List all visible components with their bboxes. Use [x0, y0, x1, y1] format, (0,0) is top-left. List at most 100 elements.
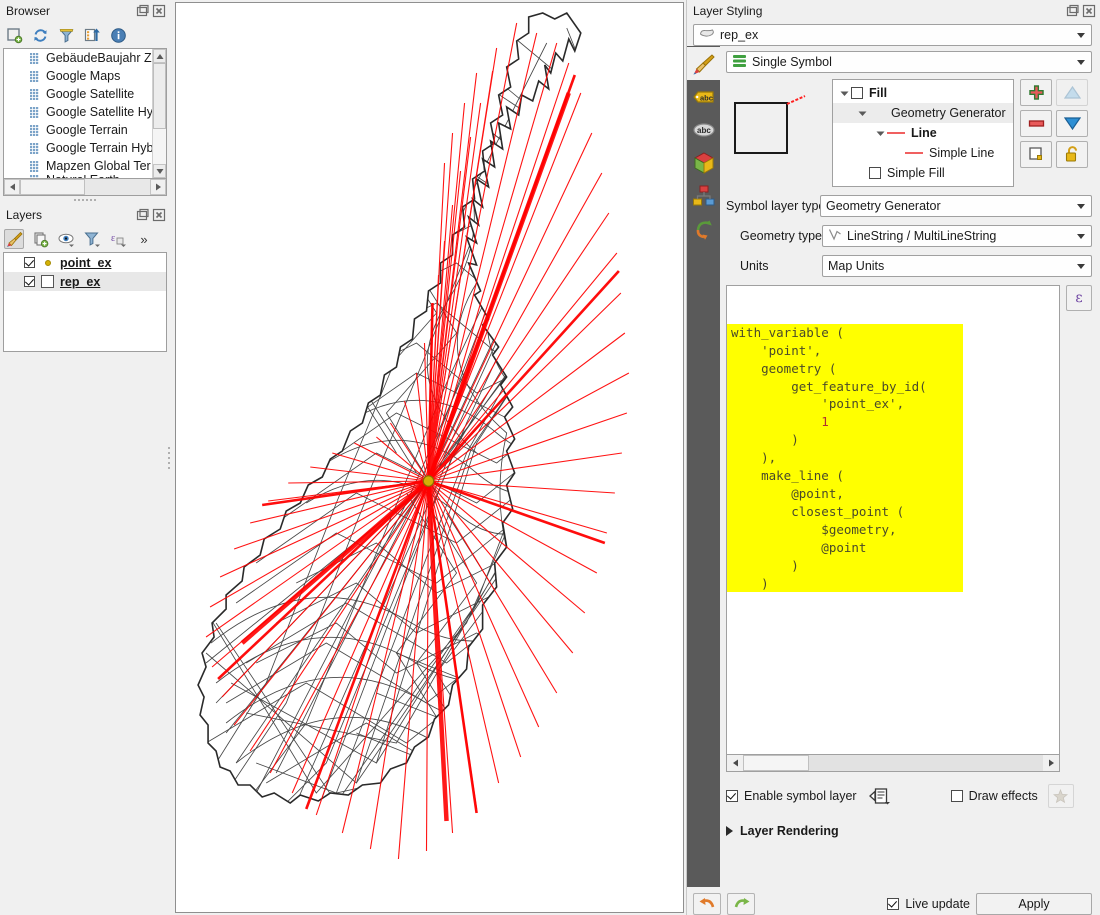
chevron-down-icon[interactable]	[1073, 32, 1089, 38]
scrollbar-track[interactable]	[743, 755, 1043, 771]
scrollbar-thumb[interactable]	[743, 755, 809, 771]
layer-rendering-section[interactable]: Layer Rendering	[726, 824, 1092, 838]
browser-item[interactable]: Mapzen Global Ter	[4, 157, 166, 175]
layer-selector-combo[interactable]: rep_ex	[693, 24, 1092, 46]
browser-horizontal-scrollbar[interactable]	[3, 179, 167, 196]
scroll-up-arrow-icon[interactable]	[153, 49, 166, 63]
scroll-down-arrow-icon[interactable]	[153, 164, 166, 178]
browser-tree[interactable]: GebäudeBaujahr Z Google Maps Google Sate…	[3, 48, 167, 179]
expand-arrow-icon[interactable]	[855, 110, 869, 117]
layer-visibility-checkbox[interactable]	[24, 276, 35, 287]
browser-item[interactable]: GebäudeBaujahr Z	[4, 49, 166, 67]
collapse-all-icon[interactable]	[82, 25, 102, 45]
browser-close-button[interactable]	[152, 4, 166, 18]
geometry-type-combo[interactable]: LineString / MultiLineString	[822, 225, 1092, 247]
apply-button[interactable]: Apply	[976, 893, 1092, 915]
3d-view-icon[interactable]	[687, 146, 720, 179]
enable-symbol-layer-option[interactable]: Enable symbol layer	[726, 789, 857, 803]
symbology-icon[interactable]	[687, 47, 720, 80]
expand-arrow-icon[interactable]	[837, 90, 851, 97]
chevron-down-icon[interactable]	[1073, 203, 1089, 209]
browser-item[interactable]: Google Satellite Hy	[4, 103, 166, 121]
add-group-icon[interactable]	[30, 229, 50, 249]
layer-visibility-checkbox[interactable]	[24, 257, 35, 268]
live-update-option[interactable]: Live update	[887, 897, 970, 911]
styling-close-button[interactable]	[1082, 4, 1096, 18]
browser-float-button[interactable]	[136, 4, 150, 18]
symbol-layer-checkbox[interactable]	[851, 87, 863, 99]
expression-text[interactable]: with_variable ( 'point', geometry ( get_…	[727, 286, 1059, 628]
panel-splitter-handle[interactable]	[0, 196, 170, 204]
effects-settings-button[interactable]	[1047, 784, 1074, 808]
draw-effects-option[interactable]: Draw effects	[950, 789, 1038, 803]
symbol-tree-item-line[interactable]: Line	[833, 123, 1013, 143]
layers-close-button[interactable]	[152, 208, 166, 222]
lock-colors-button[interactable]	[1056, 141, 1088, 168]
redo-button[interactable]	[727, 893, 755, 915]
enable-symbol-layer-checkbox[interactable]	[726, 790, 738, 802]
expression-editor[interactable]: with_variable ( 'point', geometry ( get_…	[726, 285, 1060, 755]
duplicate-symbol-layer-button[interactable]	[1020, 141, 1052, 168]
scrollbar-thumb[interactable]	[153, 63, 166, 129]
layer-item-point-ex[interactable]: point_ex	[4, 253, 166, 272]
filter-legend-icon[interactable]	[82, 229, 102, 249]
add-symbol-layer-button[interactable]	[1020, 79, 1052, 106]
live-update-checkbox[interactable]	[887, 898, 900, 910]
chevron-down-icon[interactable]	[1073, 233, 1089, 239]
refresh-icon[interactable]	[30, 25, 50, 45]
layer-name-label: point_ex	[60, 255, 112, 270]
scroll-left-arrow-icon[interactable]	[4, 179, 20, 195]
scrollbar-track[interactable]	[20, 179, 150, 195]
manage-visibility-icon[interactable]	[56, 229, 76, 249]
grid-icon	[30, 160, 41, 172]
move-up-button[interactable]	[1056, 79, 1088, 106]
masks-icon[interactable]: abc	[687, 113, 720, 146]
scrollbar-thumb[interactable]	[20, 179, 85, 195]
move-down-button[interactable]	[1056, 110, 1088, 137]
expand-triangle-icon[interactable]	[726, 826, 733, 836]
symbol-tree-item-simple-fill[interactable]: Simple Fill	[833, 163, 1013, 183]
browser-item[interactable]: Google Terrain	[4, 121, 166, 139]
map-splitter-handle[interactable]	[166, 438, 171, 478]
browser-item[interactable]: Google Maps	[4, 67, 166, 85]
add-layer-icon[interactable]	[4, 25, 24, 45]
more-options-icon[interactable]: »	[134, 229, 154, 249]
labels-icon[interactable]: abc	[687, 80, 720, 113]
history-icon[interactable]	[687, 212, 720, 245]
open-layer-styling-icon[interactable]	[4, 229, 24, 249]
filter-browser-icon[interactable]	[56, 25, 76, 45]
renderer-type-combo[interactable]: Single Symbol	[726, 51, 1092, 73]
browser-item-label: Google Satellite Hy	[46, 105, 154, 119]
symbol-tree-item-fill[interactable]: Fill	[833, 83, 1013, 103]
expand-arrow-icon[interactable]	[873, 130, 887, 137]
map-canvas[interactable]	[175, 2, 684, 913]
expression-builder-button[interactable]: ε	[1066, 285, 1092, 311]
browser-item[interactable]: Google Terrain Hyb	[4, 139, 166, 157]
symbol-tree-item-geometry-generator[interactable]: Geometry Generator	[833, 103, 1013, 123]
draw-effects-checkbox[interactable]	[950, 790, 963, 802]
expression-filter-icon[interactable]: ε	[108, 229, 128, 249]
scroll-right-arrow-icon[interactable]	[1043, 755, 1059, 771]
chevron-down-icon[interactable]	[1073, 59, 1089, 65]
units-combo[interactable]: Map Units	[822, 255, 1092, 277]
chevron-down-icon[interactable]	[1073, 263, 1089, 269]
layers-tree[interactable]: point_ex rep_ex	[3, 252, 167, 352]
symbol-layer-tree[interactable]: Fill Geometry Generator Line Simple Line…	[832, 79, 1014, 187]
browser-vertical-scrollbar[interactable]	[152, 49, 166, 178]
layer-item-rep-ex[interactable]: rep_ex	[4, 272, 166, 291]
scroll-right-arrow-icon[interactable]	[150, 179, 166, 195]
data-defined-override-icon[interactable]	[867, 786, 893, 806]
browser-items-list: GebäudeBaujahr Z Google Maps Google Sate…	[4, 49, 166, 178]
undo-button[interactable]	[693, 893, 721, 915]
info-icon[interactable]	[108, 25, 128, 45]
browser-item[interactable]: Google Satellite	[4, 85, 166, 103]
expression-horizontal-scrollbar[interactable]	[726, 755, 1060, 772]
styling-float-button[interactable]	[1066, 4, 1080, 18]
layers-float-button[interactable]	[136, 208, 150, 222]
scroll-left-arrow-icon[interactable]	[727, 755, 743, 771]
symbol-tree-item-simple-line[interactable]: Simple Line	[833, 143, 1013, 163]
symbol-layer-checkbox[interactable]	[869, 167, 881, 179]
symbol-layer-type-combo[interactable]: Geometry Generator	[820, 195, 1092, 217]
remove-symbol-layer-button[interactable]	[1020, 110, 1052, 137]
diagrams-icon[interactable]	[687, 179, 720, 212]
